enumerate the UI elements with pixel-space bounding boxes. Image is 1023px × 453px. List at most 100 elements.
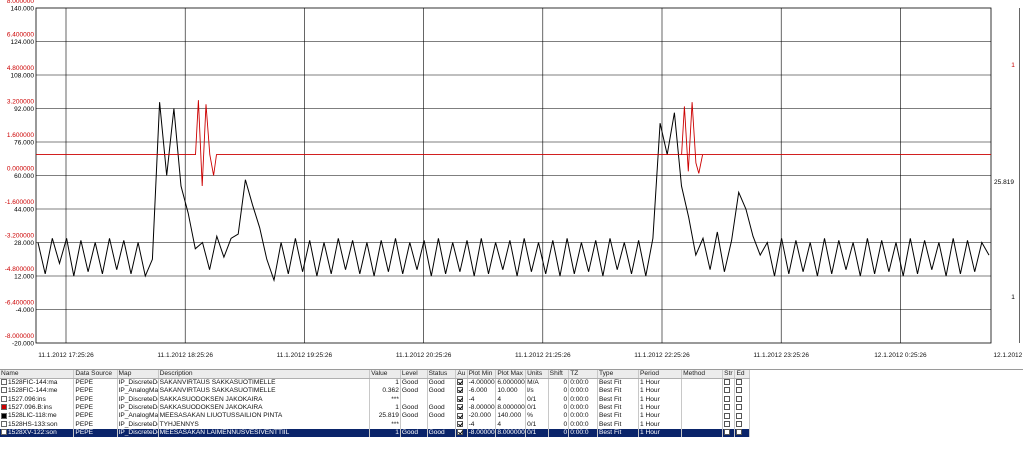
series-color-swatch[interactable] xyxy=(1,404,7,411)
legend-column-header[interactable]: Plot Min xyxy=(467,370,497,379)
legend-cell-type: Best Fit xyxy=(597,395,640,404)
legend-cell-tz: 0:00:0 xyxy=(568,378,598,387)
series-color-swatch[interactable] xyxy=(1,429,7,436)
option-checkbox[interactable] xyxy=(724,429,731,436)
legend-cell-tz: 0:00:0 xyxy=(568,387,598,396)
legend-cell-min: -6.000 xyxy=(467,387,497,396)
legend-header-row: Name Data Source Map Description Value Level S… xyxy=(0,370,750,379)
y-tick-black: -4.000 xyxy=(16,307,35,314)
legend-row[interactable]: 1527.096.B:ins PEPEIP_DiscreteDefSAKKASUO… xyxy=(0,403,750,413)
legend-column-header[interactable]: Ed xyxy=(734,370,750,379)
autoscale-checkbox[interactable] xyxy=(457,412,464,419)
legend-panel[interactable]: Name Data Source Map Description Value Level S… xyxy=(0,369,1023,453)
legend-column-header[interactable]: Data Source xyxy=(73,370,118,379)
legend-cell-autoscale xyxy=(455,428,468,438)
legend-cell-value: 1 xyxy=(369,403,401,413)
option-checkbox[interactable] xyxy=(724,421,731,427)
y-tick-red: 1.600000 xyxy=(7,132,34,139)
legend-column-header[interactable]: Level xyxy=(400,370,428,379)
legend-cell-tz: 0:00:0 xyxy=(568,395,598,404)
series-color-swatch[interactable] xyxy=(1,421,7,427)
legend-cell-max: 10.000 xyxy=(495,387,527,396)
option-checkbox[interactable] xyxy=(736,404,743,411)
legend-column-header[interactable]: Map xyxy=(117,370,159,379)
legend-cell-min: -4 xyxy=(467,420,497,429)
legend-column-header[interactable]: Str xyxy=(722,370,736,379)
legend-cell-max: 6.000000 xyxy=(495,378,527,387)
legend-row[interactable]: 1527.096:ins PEPEIP_DiscreteDefSAKKASUODO… xyxy=(0,395,750,404)
legend-column-header[interactable]: TZ xyxy=(568,370,598,379)
legend-column-header[interactable]: Plot Max xyxy=(495,370,527,379)
y-tick-black: 140.000 xyxy=(11,6,35,13)
option-checkbox[interactable] xyxy=(724,395,731,402)
legend-rows: 1528FIC-144:maPEPEIP_DiscreteDefSAKANVIR… xyxy=(0,378,750,438)
legend-row[interactable]: 1528LIC-118:me PEPE IP_AnalogMap MEESASAKAN… xyxy=(0,412,750,421)
legend-column-header[interactable]: Shift xyxy=(548,370,570,379)
series-color-swatch[interactable] xyxy=(1,379,7,386)
legend-cell-status: Good xyxy=(427,412,457,421)
legend-cell-units: 0/1 xyxy=(525,395,549,404)
left-axis: 8.000000140.000 6.400000124.000 4.80000010… xyxy=(5,0,35,348)
legend-cell-checkbox xyxy=(734,378,750,387)
legend-cell-value: *** xyxy=(369,395,401,404)
legend-column-header[interactable]: Method xyxy=(681,370,724,379)
option-checkbox[interactable] xyxy=(736,387,743,394)
autoscale-checkbox[interactable] xyxy=(457,429,464,436)
legend-cell-source: PEPE xyxy=(73,378,118,387)
legend-column-header[interactable]: Value xyxy=(369,370,401,379)
series-color-swatch[interactable] xyxy=(1,412,7,419)
autoscale-checkbox[interactable] xyxy=(457,395,464,402)
autoscale-checkbox[interactable] xyxy=(457,421,464,427)
legend-cell-name: 1528XV-122:son xyxy=(0,428,75,438)
legend-cell-min: -4 xyxy=(467,395,497,404)
legend-cell-level xyxy=(400,420,428,429)
legend-column-header[interactable]: Type xyxy=(597,370,640,379)
legend-row[interactable]: 1528FIC-144:me PEPE IP_AnalogMap SAKANVIRTA… xyxy=(0,387,750,396)
autoscale-checkbox[interactable] xyxy=(457,387,464,394)
series-color-swatch[interactable] xyxy=(1,387,7,394)
option-checkbox[interactable] xyxy=(736,379,743,386)
legend-cell-name: 1528LIC-118:me xyxy=(0,412,75,421)
y-tick-red: 3.200000 xyxy=(7,99,34,106)
legend-cell-value: 1 xyxy=(369,378,401,387)
legend-cell-checkbox xyxy=(734,387,750,396)
option-checkbox[interactable] xyxy=(736,395,743,402)
legend-cell-method xyxy=(681,387,724,396)
legend-column-header[interactable]: Description xyxy=(158,370,371,379)
legend-cell-shift: 0 xyxy=(548,412,570,421)
legend-cell-period: 1 Hour xyxy=(638,378,683,387)
legend-cell-checkbox xyxy=(734,428,750,438)
legend-cell-status: Good xyxy=(427,428,457,438)
legend-cell-name: 1528HS-133:son xyxy=(0,420,75,429)
autoscale-checkbox[interactable] xyxy=(457,379,464,386)
trend-chart-area[interactable]: 8.000000 140.000 6.400000 124.000 4.800000 10… xyxy=(0,0,1023,367)
trend-chart[interactable]: 8.000000140.0006.400000124.0004.80000010… xyxy=(0,0,1023,367)
legend-cell-description: MEESASAKAN LIUOTUSSAILION PINTA xyxy=(158,412,371,421)
legend-column-header[interactable]: Status xyxy=(427,370,457,379)
option-checkbox[interactable] xyxy=(724,387,731,394)
y-tick-red: 8.000000 xyxy=(7,0,34,5)
option-checkbox[interactable] xyxy=(724,379,731,386)
legend-cell-units: 0/1 xyxy=(525,403,549,413)
legend-cell-units: % xyxy=(525,412,549,421)
legend-row[interactable]: 1528XV-122:son PEPEIP_DiscreteDefMEESASAK… xyxy=(0,428,750,438)
time-axis: 11.1.2012 17:25:26 11.1.2012 18:25:26 11.1… xyxy=(38,352,1023,359)
legend-row[interactable]: 1528HS-133:son PEPEIP_DiscreteDefTYHJENNY… xyxy=(0,420,750,429)
series-color-swatch[interactable] xyxy=(1,395,7,402)
legend-row[interactable]: 1528FIC-144:ma PEPEIP_DiscreteDefSAKANVIR… xyxy=(0,378,750,387)
legend-cell-description: SAKANVIRTAUS SAKKASUOTIMELLE xyxy=(158,378,371,387)
legend-cell-map: IP_DiscreteDef xyxy=(117,428,159,438)
legend-column-header[interactable]: Period xyxy=(638,370,683,379)
option-checkbox[interactable] xyxy=(736,429,743,436)
y-tick-black: 76.000 xyxy=(14,140,34,147)
legend-column-header[interactable]: Units xyxy=(525,370,549,379)
legend-column-header[interactable]: Au xyxy=(455,370,468,379)
option-checkbox[interactable] xyxy=(736,421,743,427)
autoscale-checkbox[interactable] xyxy=(457,404,464,411)
option-checkbox[interactable] xyxy=(724,404,731,411)
legend-column-header[interactable]: Name xyxy=(0,370,75,379)
legend-cell-value: 1 xyxy=(369,428,401,438)
legend-cell-min: -20.000 xyxy=(467,412,497,421)
option-checkbox[interactable] xyxy=(724,412,731,419)
option-checkbox[interactable] xyxy=(736,412,743,419)
